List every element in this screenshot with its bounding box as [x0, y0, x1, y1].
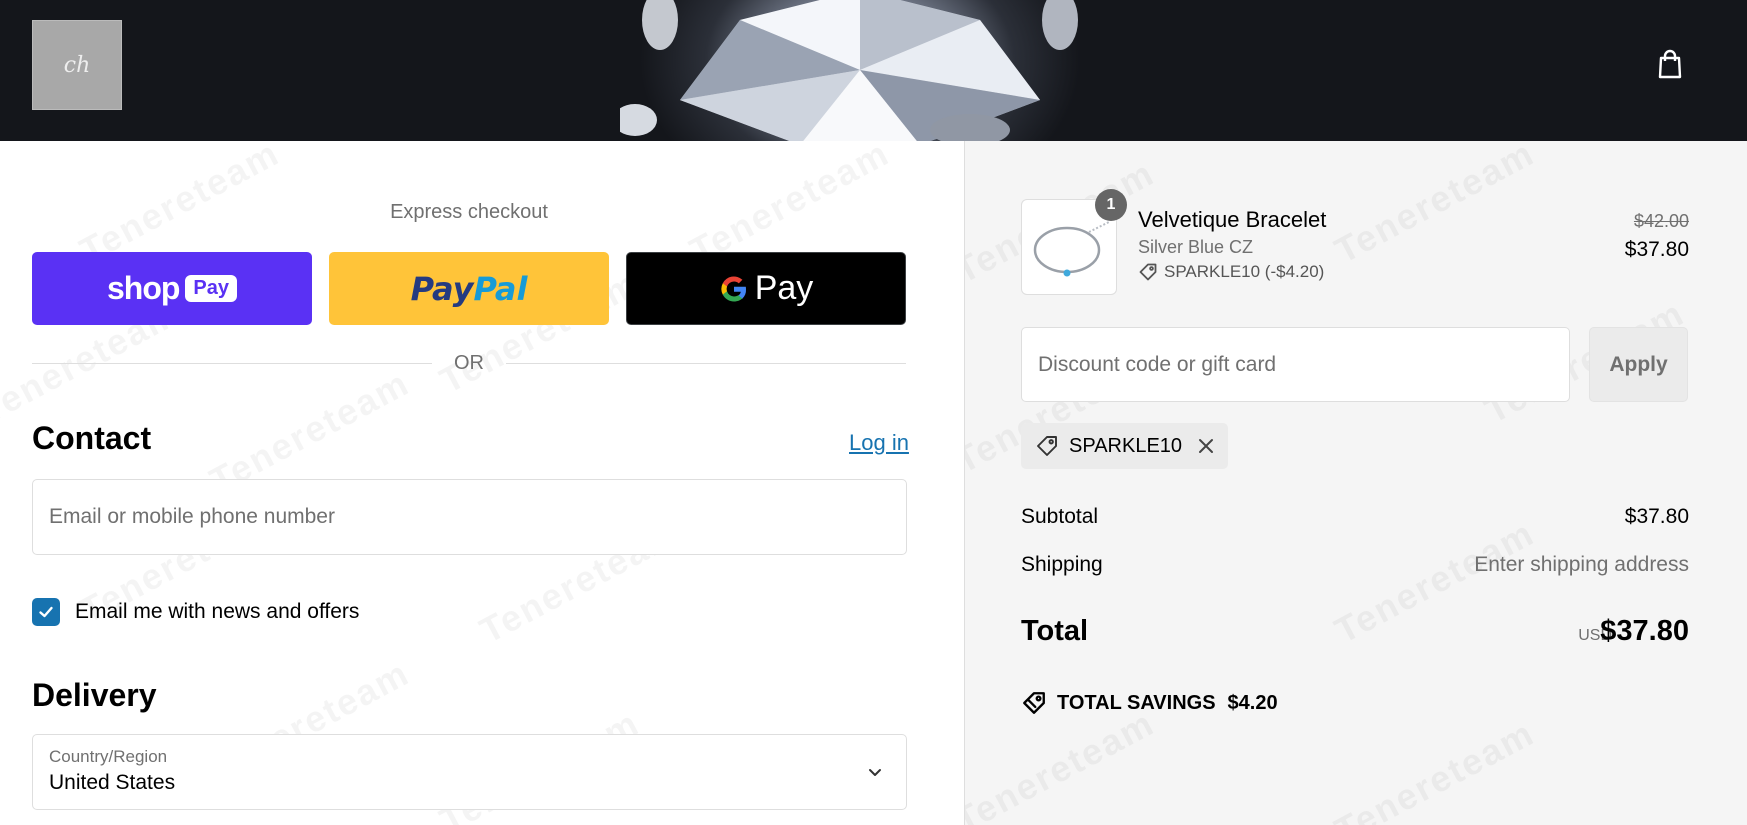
google-g-icon	[721, 275, 746, 302]
express-checkout-label: Express checkout	[390, 201, 548, 223]
savings-label: TOTAL SAVINGS	[1057, 691, 1216, 714]
country-select[interactable]: Country/Region United States	[32, 734, 907, 810]
quantity-badge: 1	[1095, 189, 1127, 221]
total-label: Total	[1021, 615, 1089, 647]
remove-discount-button[interactable]	[1198, 438, 1214, 454]
product-discount-text: SPARKLE10 (-$4.20)	[1164, 262, 1325, 281]
order-summary-column: Tenereteam Tenereteam Tenereteam Teneret…	[965, 141, 1747, 825]
shop-pay-chip: Pay	[185, 275, 238, 302]
logo-text: ch	[63, 52, 91, 78]
subtotal-value: $37.80	[1624, 505, 1689, 528]
paypal-button[interactable]: PayPal	[329, 252, 609, 325]
product-price: $37.80	[1624, 238, 1689, 261]
bracelet-image	[1033, 221, 1110, 277]
close-icon	[1199, 439, 1214, 453]
subtotal-label: Subtotal	[1021, 505, 1099, 528]
google-pay-text: Pay	[754, 269, 814, 307]
delivery-heading: Delivery	[32, 677, 157, 713]
product-discount: SPARKLE10 (-$4.20)	[1138, 262, 1324, 282]
newsletter-checkbox[interactable]	[32, 598, 60, 626]
diamond-ring-image	[620, 0, 1078, 141]
shopping-bag-icon	[1658, 49, 1682, 79]
apply-discount-button[interactable]: Apply	[1589, 327, 1688, 402]
store-logo[interactable]: ch	[32, 20, 122, 110]
tag-icon	[1037, 436, 1057, 456]
newsletter-label: Email me with news and offers	[75, 600, 360, 623]
shop-pay-button[interactable]: shop Pay	[32, 252, 312, 325]
paypal-logo: PayPal	[410, 269, 528, 308]
product-variant: Silver Blue CZ	[1138, 237, 1254, 257]
discount-code-input[interactable]	[1021, 327, 1570, 402]
checkout-form-column: Tenereteam Tenereteam Tenereteam Teneret…	[0, 141, 964, 825]
or-label: OR	[454, 352, 484, 374]
total-value: $37.80	[1600, 615, 1689, 647]
product-name: Velvetique Bracelet	[1138, 207, 1327, 232]
applied-discount-code: SPARKLE10	[1069, 434, 1183, 457]
country-value: United States	[49, 771, 176, 794]
savings-value: $4.20	[1227, 691, 1278, 714]
product-price-original: $42.00	[1633, 211, 1689, 231]
country-label: Country/Region	[49, 747, 168, 766]
shipping-value: Enter shipping address	[1474, 553, 1689, 576]
shipping-label: Shipping	[1021, 553, 1103, 576]
tag-icon	[1139, 263, 1157, 281]
google-pay-button[interactable]: Pay	[626, 252, 906, 325]
chevron-down-icon	[869, 769, 881, 776]
header-banner: ch	[0, 0, 1747, 141]
checkmark-icon	[39, 606, 53, 618]
savings-tag-icon	[1023, 692, 1045, 714]
email-input[interactable]	[32, 479, 907, 555]
shop-pay-brand: shop	[106, 270, 180, 306]
total-savings: TOTAL SAVINGS $4.20	[1021, 690, 1278, 716]
or-divider-left	[32, 363, 432, 364]
applied-discount-tag: SPARKLE10	[1021, 423, 1229, 469]
or-divider-right	[506, 363, 906, 364]
cart-button[interactable]	[1652, 46, 1688, 82]
log-in-link[interactable]: Log in	[849, 430, 909, 456]
contact-heading: Contact	[32, 420, 152, 456]
